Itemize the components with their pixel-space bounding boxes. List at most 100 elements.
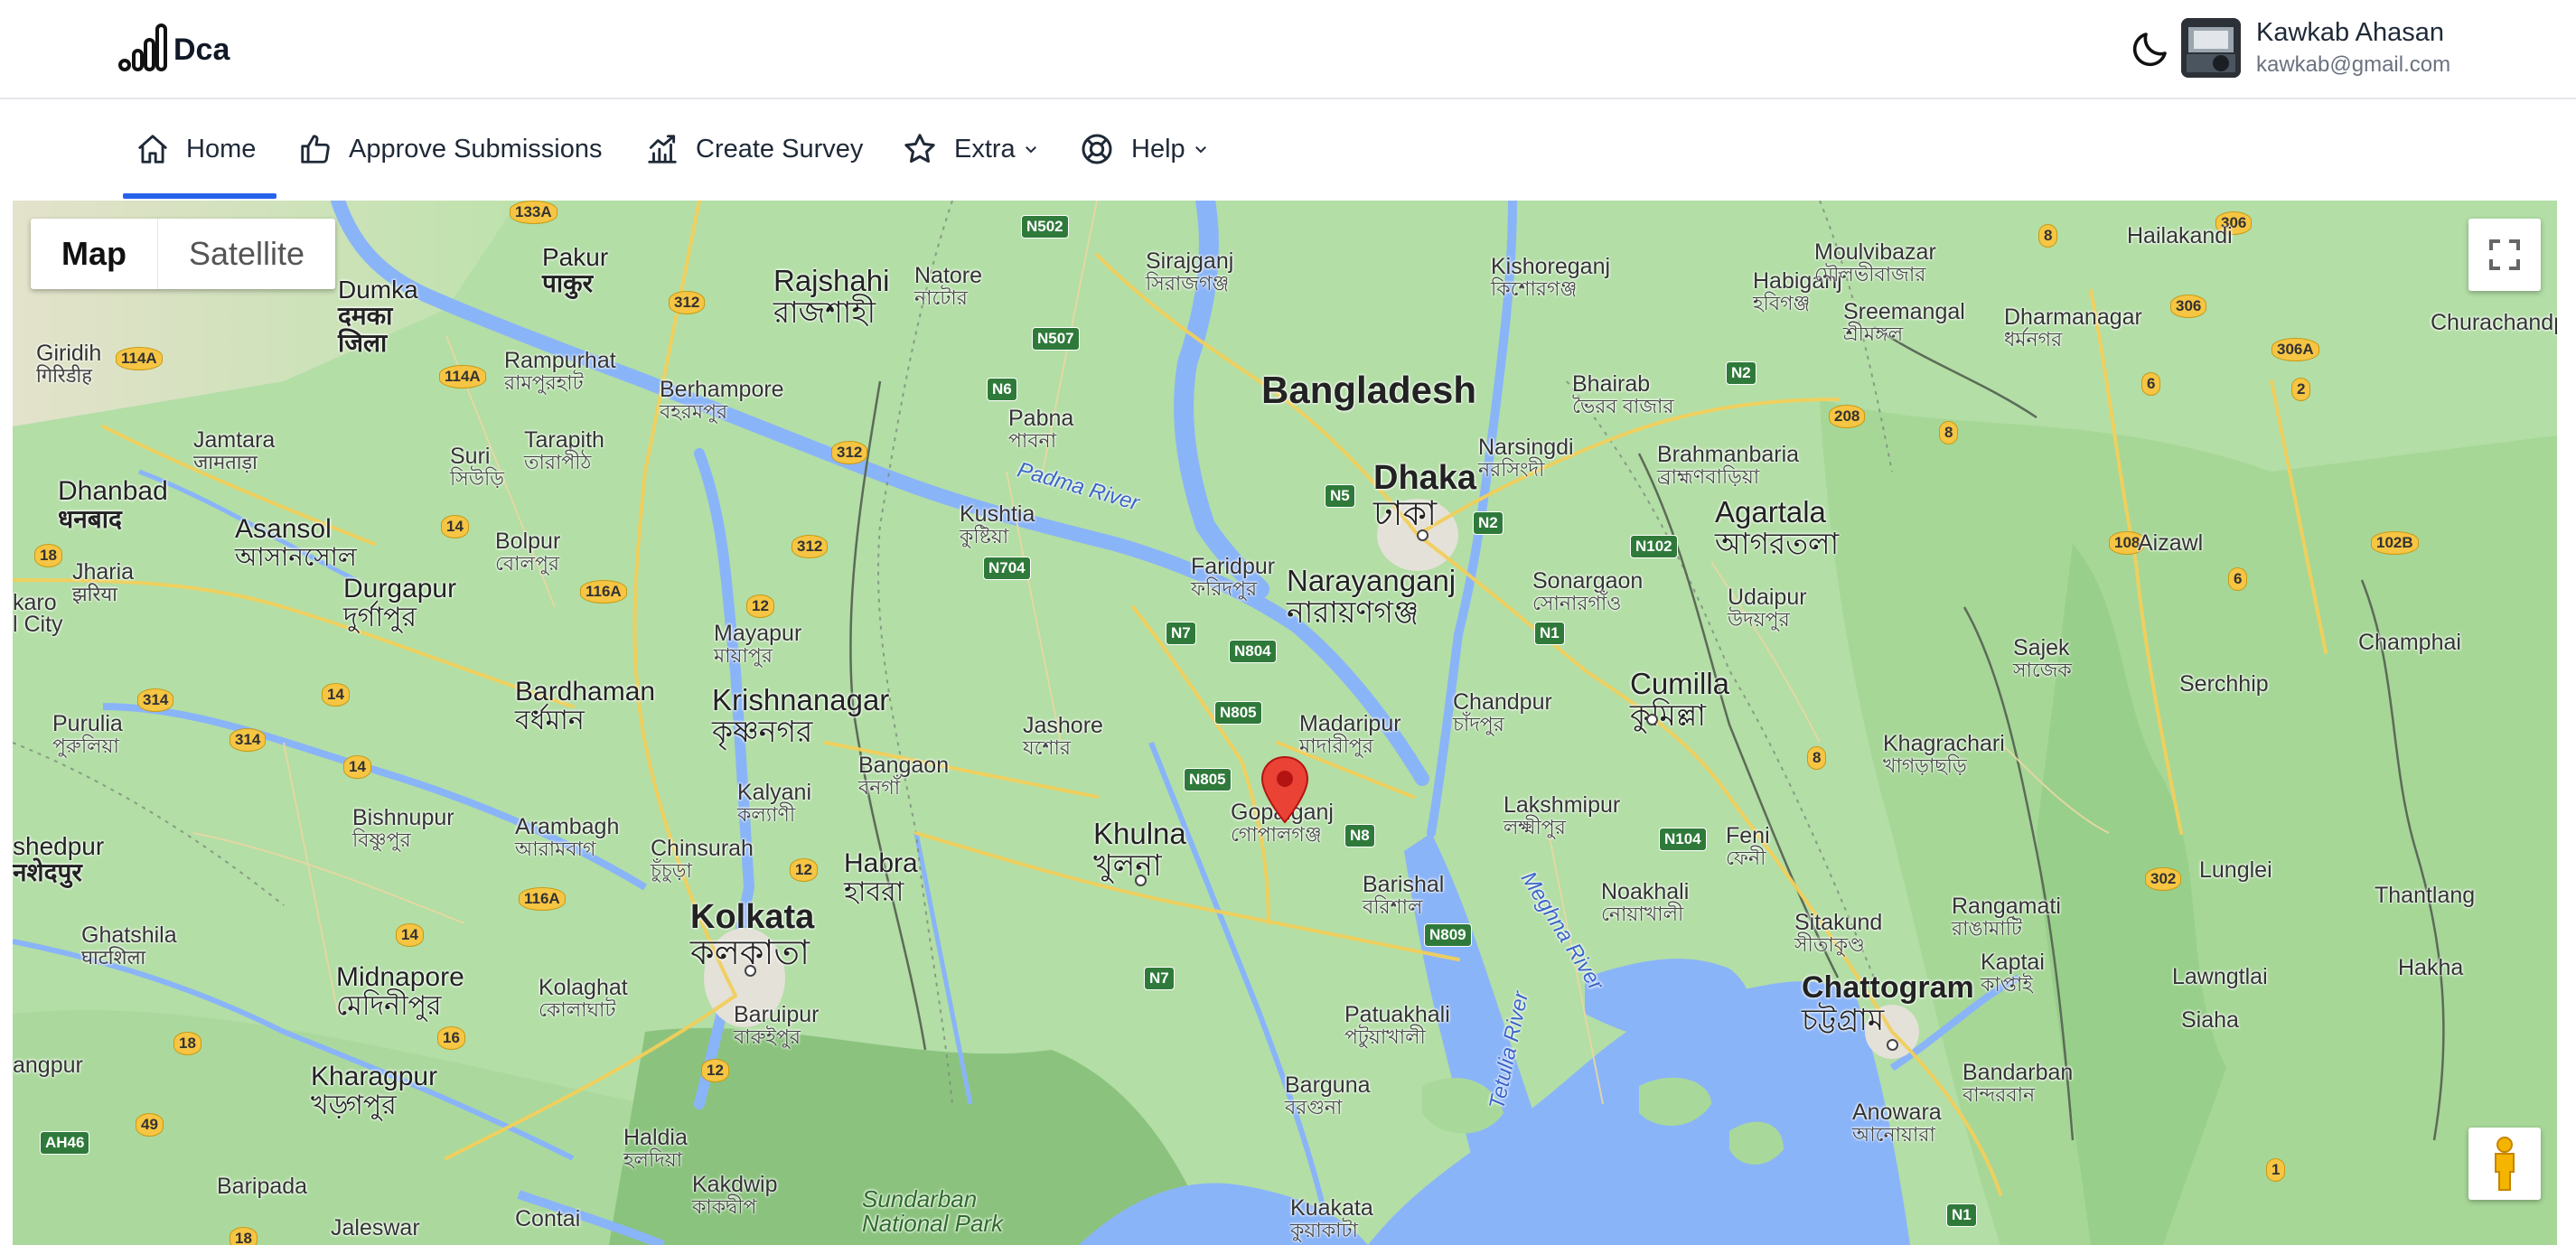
map-label-town: Mayapur মায়াপুর [714, 621, 802, 668]
map-label-town: Kishoreganj কিশোরগঞ্জ [1491, 254, 1611, 301]
map-label-town: Brahmanbaria ব্রাহ্মণবাড়িয়া [1657, 442, 1800, 489]
map-label-town: Baripada [217, 1174, 308, 1199]
fullscreen-button[interactable] [2468, 219, 2541, 291]
map-label-town: Giridih गिरिडीह [36, 341, 102, 388]
chart-growth-icon [648, 135, 677, 164]
map-label-town: Churachandp [2431, 310, 2557, 335]
map-label-town: Rampurhat রামপুরহাট [504, 348, 616, 395]
road-shield: N104 [1659, 828, 1707, 851]
road-shield: 314 [229, 728, 267, 752]
map-label-town: Udaipur উদয়পুর [1728, 585, 1807, 632]
map-label-town: l City [13, 612, 63, 637]
map-label-town: Rangamati রাঙামাটি [1952, 894, 2061, 941]
nav-extra[interactable]: Extra [902, 99, 1039, 199]
road-shield: N2 [1726, 361, 1756, 385]
user-avatar[interactable] [2181, 18, 2241, 78]
map-label-city: Kolkata কলকাতা [690, 898, 815, 972]
road-shield: 18 [34, 544, 62, 567]
fullscreen-icon [2489, 239, 2520, 270]
map-label-town: Kalyani কল্যাণী [737, 780, 811, 827]
road-shield: 208 [1829, 405, 1866, 428]
map-label-city: Dhanbad धनबाद [58, 476, 168, 533]
map-label-town: Kaptai কাপ্তাই [1981, 950, 2045, 997]
road-shield: 116A [519, 887, 566, 911]
road-shield: 8 [1807, 746, 1827, 770]
road-shield: N7 [1144, 967, 1175, 990]
road-shield: 8 [2038, 224, 2058, 248]
map-label-town: Bishnupur বিষ্ণুপুর [352, 805, 454, 852]
road-shield: N704 [983, 557, 1031, 580]
street-view-pegman[interactable] [2468, 1128, 2541, 1200]
map-label-city: Durgapur দুর্গাপুর [343, 574, 457, 632]
google-map[interactable]: N502 N507 N6 N5 N704 N7 N804 N805 N805 N… [13, 201, 2557, 1245]
nav-home[interactable]: Home [136, 99, 256, 199]
map-label-town: Kakdwip কাকদ্বীপ [692, 1172, 778, 1219]
map-type-map-button[interactable]: Map [31, 219, 157, 289]
map-label-town: Madaripur মাদারীপুর [1299, 711, 1401, 758]
road-shield: 18 [173, 1032, 201, 1055]
map-label-town: Jamtara जामताड़ा [193, 427, 276, 474]
road-shield: 312 [792, 535, 829, 558]
map-marker[interactable] [1260, 755, 1310, 828]
map-label-town: Bolpur বোলপুর [495, 529, 561, 576]
map-label-city: Pakur पाकुर [542, 243, 609, 298]
map-label-town: Thantlang [2375, 883, 2476, 908]
road-shield: 16 [437, 1026, 465, 1050]
road-shield: 2 [2291, 378, 2311, 401]
nav-create-survey[interactable]: Create Survey [645, 99, 863, 199]
home-icon [138, 135, 167, 164]
map-label-city: Kharagpur খড়্গপুর [311, 1062, 438, 1120]
map-label-town: Moulvibazar মৌলভীবাজার [1814, 239, 1936, 286]
map-label-town: Berhampore বহরমপুর [660, 377, 784, 424]
map-label-city: Bardhaman বর্ধমান [515, 677, 656, 735]
road-shield: 14 [441, 515, 469, 538]
map-label-city: Habra হাবরা [844, 848, 918, 907]
user-email: kawkab@gmail.com [2256, 52, 2451, 77]
pegman-icon [2495, 1137, 2515, 1191]
map-label-town: Chandpur চাঁদপুর [1453, 689, 1552, 736]
road-shield: N5 [1325, 484, 1355, 508]
top-header: Dca Kawkab Ahasan kawkab@gmail.com [0, 0, 2576, 99]
map-label-city: Cumilla কুমিল্লা [1630, 667, 1730, 732]
road-shield: AH46 [40, 1131, 90, 1155]
map-label-town: Lakshmipur লক্ষ্মীপুর [1503, 792, 1621, 839]
nav-create-label: Create Survey [696, 134, 864, 164]
road-shield: 12 [790, 858, 818, 882]
map-label-city: Asansol আসানসোল [235, 514, 357, 571]
city-dot [1135, 875, 1147, 886]
map-label-city: Rajshahi রাজশাহী [773, 264, 890, 329]
road-shield: 306A [2272, 338, 2319, 361]
map-label-town: Bangaon বনগাঁ [858, 753, 950, 800]
map-label-town: Dharmanagar ধর্মনগর [2004, 304, 2142, 351]
road-shield: N804 [1229, 640, 1277, 663]
map-label-city: shedpur नशेदपुर [13, 832, 105, 887]
dark-mode-toggle[interactable] [2129, 27, 2172, 70]
nav-home-label: Home [186, 134, 257, 164]
road-shield: 49 [136, 1113, 164, 1137]
thumbs-up-icon [301, 135, 330, 164]
location-pin-icon [1260, 755, 1309, 824]
map-label-town: Kushtia কুষ্টিয়া [960, 501, 1035, 548]
map-label-city: Dumka दमका जिला [338, 276, 418, 357]
city-dot [1417, 529, 1429, 541]
app-logo[interactable]: Dca [117, 22, 229, 72]
map-label-town: Pabna পাবনা [1008, 406, 1074, 453]
road-shield: 116A [580, 580, 627, 604]
road-shield: N805 [1184, 768, 1232, 791]
map-type-satellite-button[interactable]: Satellite [157, 219, 335, 289]
nav-help[interactable]: Help [1079, 99, 1209, 199]
map-label-town: Bandarban বান্দরবান [1962, 1060, 2074, 1107]
road-shield: 14 [396, 923, 424, 947]
map-label-town: Lunglei [2199, 857, 2272, 883]
nav-approve-submissions[interactable]: Approve Submissions [298, 99, 602, 199]
map-label-town: Feni ফেনী [1726, 823, 1770, 870]
road-shield: 114A [116, 347, 163, 370]
road-shield: N1 [1534, 622, 1565, 645]
map-label-town: Bhairab ভৈরব বাজার [1572, 371, 1674, 418]
map-label-town: Jaleswar [331, 1215, 420, 1240]
map-label-city: Narayanganj নারায়ণগঞ্জ [1287, 564, 1457, 629]
map-label-town: Anowara আনোয়ারা [1852, 1100, 1942, 1147]
map-label-town: Khagrachari খাগড়াছড়ি [1883, 731, 2005, 778]
road-shield: 8 [1939, 421, 1959, 445]
map-label-town: Aizawl [2138, 530, 2204, 556]
